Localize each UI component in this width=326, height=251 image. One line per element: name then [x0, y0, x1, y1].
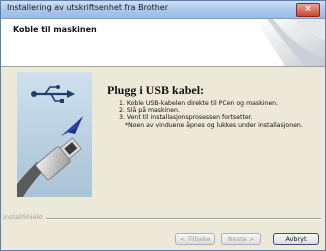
back-button[interactable]: < Tilbake: [175, 233, 215, 245]
wizard-header: Koble til maskinen: [1, 19, 325, 67]
step-2: 2. Slå på maskinen.: [119, 107, 180, 115]
header-title: Koble til maskinen: [13, 25, 97, 34]
footer-divider: [39, 218, 321, 220]
step-3: 3. Vent til installasjonsprosessen forts…: [119, 114, 253, 122]
usb-cable-illustration: [17, 72, 92, 197]
cancel-button[interactable]: Avbryt: [273, 233, 319, 245]
instruction-steps: 1. Koble USB-kabelen direkte til PCen og…: [119, 100, 303, 129]
installshield-label: InstallShield: [3, 213, 46, 221]
step-note: *Noen av vinduene åpnes og lukkes under …: [119, 121, 303, 129]
next-button[interactable]: Neste >: [221, 233, 261, 245]
window-title: Installering av utskriftsenhet fra Broth…: [7, 3, 169, 12]
close-icon: ×: [304, 4, 312, 14]
title-bar: Installering av utskriftsenhet fra Broth…: [1, 1, 325, 19]
instruction-heading: Plugg i USB kabel:: [107, 83, 205, 97]
installshield-branding: InstallShield: [1, 211, 325, 225]
header-decoration: [255, 19, 325, 66]
installer-window: Installering av utskriftsenhet fra Broth…: [0, 0, 326, 251]
close-button[interactable]: ×: [296, 3, 320, 17]
